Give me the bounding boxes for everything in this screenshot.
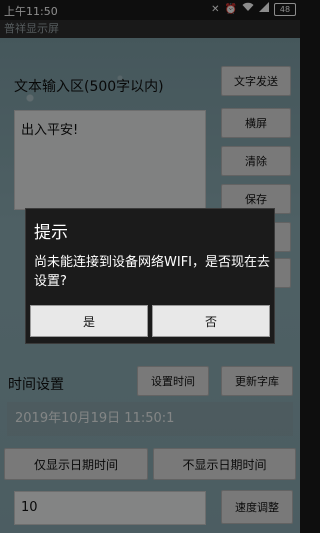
no-button[interactable]: 否: [152, 305, 270, 337]
yes-button[interactable]: 是: [30, 305, 148, 337]
prompt-dialog: 提示 尚未能连接到设备网络WIFI，是否现在去设置? 是 否: [25, 208, 275, 344]
dialog-title: 提示: [34, 223, 68, 243]
dialog-message: 尚未能连接到设备网络WIFI，是否现在去设置?: [34, 255, 270, 289]
